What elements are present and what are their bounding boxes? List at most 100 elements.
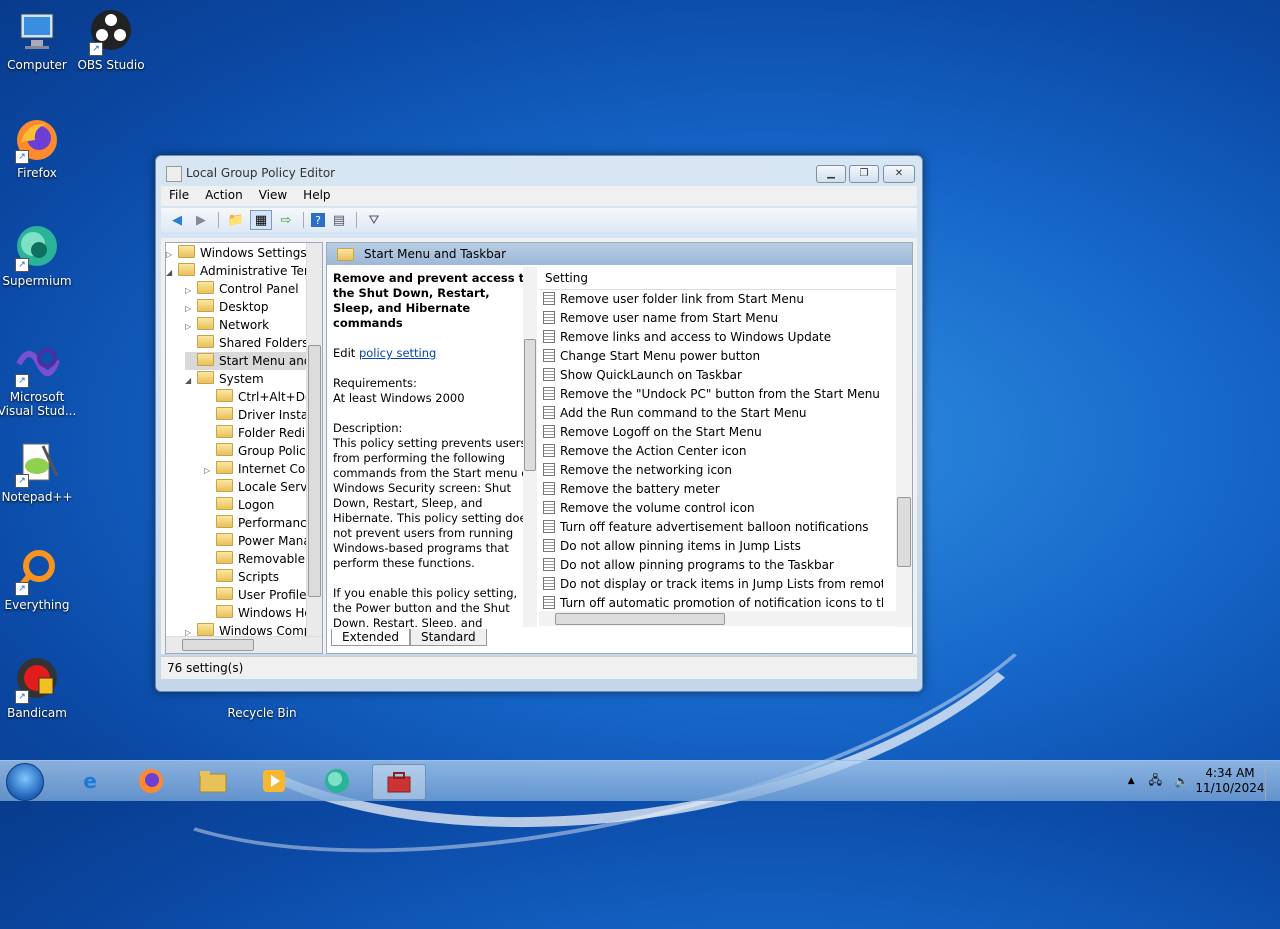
group-policy-editor-window[interactable]: Local Group Policy Editor ▁ ❐ ✕ File Act… [155, 155, 923, 692]
list-item[interactable]: Remove the volume control icon [539, 499, 883, 518]
expand-arrow-icon[interactable]: ▷ [204, 462, 216, 480]
tree-item[interactable]: Scripts [204, 568, 307, 586]
shortcut-arrow-icon: ↗ [15, 258, 29, 272]
group-policy-taskbar-icon[interactable] [372, 764, 426, 800]
tree-item[interactable]: Shared Folders [185, 334, 308, 352]
expand-arrow-icon[interactable]: ◢ [166, 264, 178, 282]
list-item[interactable]: Do not allow pinning programs to the Tas… [539, 556, 883, 575]
firefox-taskbar-icon[interactable] [125, 764, 177, 798]
navigation-tree[interactable]: ▷ Windows Comp Windows Ho User Profiles Scri… [165, 242, 323, 654]
scrollbar-thumb[interactable] [524, 339, 536, 471]
close-button[interactable]: ✕ [883, 165, 915, 183]
scrollbar-thumb[interactable] [308, 345, 321, 597]
settings-horizontal-scrollbar[interactable] [539, 611, 896, 626]
properties-icon[interactable]: ▤ [329, 211, 349, 229]
tab-extended[interactable]: Extended [331, 629, 410, 646]
desktop-icon-recycle-bin[interactable]: Recycle Bin [222, 692, 302, 732]
tree-item[interactable]: Ctrl+Alt+De [204, 388, 312, 406]
description-scrollbar[interactable] [523, 267, 537, 627]
tree-item[interactable]: ▷ Desktop [185, 298, 307, 316]
desktop-icon-obs[interactable]: ↗ OBS Studio [71, 8, 151, 72]
start-button[interactable] [6, 763, 44, 801]
tree-item[interactable]: Driver Install [204, 406, 315, 424]
network-icon[interactable]: 🖧 [1143, 771, 1168, 792]
maximize-button[interactable]: ❐ [849, 165, 879, 183]
tree-item[interactable]: Removable S [204, 550, 316, 568]
list-item[interactable]: Remove user name from Start Menu [539, 309, 883, 328]
volume-muted-icon[interactable]: 🔈 [1168, 774, 1195, 788]
setting-label: Do not display or track items in Jump Li… [560, 577, 883, 591]
export-list-icon[interactable]: ⇨ [276, 211, 296, 229]
up-folder-icon[interactable]: 📁 [226, 211, 246, 229]
list-item[interactable]: Do not display or track items in Jump Li… [539, 575, 883, 594]
show-desktop-button[interactable] [1265, 761, 1280, 801]
tree-horizontal-scrollbar[interactable] [166, 636, 322, 653]
list-item[interactable]: Change Start Menu power button [539, 347, 883, 366]
tree-item[interactable]: Windows Ho [204, 604, 312, 622]
expand-arrow-icon[interactable]: ▷ [166, 246, 178, 264]
tree-item[interactable]: Group Policy [204, 442, 313, 460]
expand-arrow-icon[interactable]: ◢ [185, 372, 197, 390]
menu-action[interactable]: Action [197, 186, 251, 206]
list-item[interactable]: Add the Run command to the Start Menu [539, 404, 883, 423]
desktop-icon-supermium[interactable]: ↗ Supermium [0, 224, 77, 288]
tree-item[interactable]: Power Mana [204, 532, 311, 550]
list-item[interactable]: Remove Logoff on the Start Menu [539, 423, 883, 442]
internet-explorer-icon[interactable]: e [64, 764, 116, 798]
title-bar[interactable]: Local Group Policy Editor ▁ ❐ ✕ [156, 156, 922, 188]
desktop-icon-everything[interactable]: ↗ Everything [0, 548, 77, 612]
tree-item[interactable]: User Profiles [204, 586, 313, 604]
clock[interactable]: 4:34 AM 11/10/2024 [1195, 766, 1265, 796]
list-item[interactable]: Remove the networking icon [539, 461, 883, 480]
desktop-icon-visual-studio[interactable]: ↗ Microsoft Visual Stud... [0, 340, 77, 418]
settings-vertical-scrollbar[interactable] [896, 267, 912, 627]
tree-item[interactable]: Folder Redire [204, 424, 317, 442]
back-arrow-icon[interactable]: ◀ [167, 211, 187, 229]
scrollbar-thumb[interactable] [182, 639, 254, 651]
list-item[interactable]: Show QuickLaunch on Taskbar [539, 366, 883, 385]
list-item[interactable]: Remove links and access to Windows Updat… [539, 328, 883, 347]
desktop-icon-bandicam[interactable]: ↗ Bandicam [0, 656, 77, 720]
expand-arrow-icon[interactable]: ▷ [185, 318, 197, 336]
list-item[interactable]: Turn off feature advertisement balloon n… [539, 518, 883, 537]
menu-file[interactable]: File [161, 186, 197, 206]
file-explorer-icon[interactable] [187, 764, 239, 798]
desktop-icon-firefox[interactable]: ↗ Firefox [0, 116, 77, 180]
list-item[interactable]: Remove the battery meter [539, 480, 883, 499]
desktop-icon-notepad-plus-plus[interactable]: ↗ Notepad++ [0, 440, 77, 504]
tree-item[interactable]: ▷ Control Panel [185, 280, 307, 298]
minimize-button[interactable]: ▁ [816, 165, 846, 183]
show-hidden-icons-icon[interactable]: ▲ [1120, 776, 1143, 786]
tree-item[interactable]: ▷ Windows Settings [166, 244, 307, 262]
tree-item[interactable]: ◢ System [185, 370, 307, 388]
list-item[interactable]: Remove the Action Center icon [539, 442, 883, 461]
list-item[interactable]: Remove user folder link from Start Menu [539, 290, 883, 309]
media-player-icon[interactable] [248, 764, 300, 798]
tree-item[interactable]: ◢ Administrative Tem [166, 262, 316, 282]
tab-standard[interactable]: Standard [410, 629, 487, 646]
supermium-taskbar-icon[interactable] [311, 764, 363, 798]
desktop-icon-computer[interactable]: Computer [0, 8, 77, 72]
expand-arrow-icon[interactable]: ▷ [185, 282, 197, 300]
tree-item[interactable]: Performance [204, 514, 314, 532]
tree-vertical-scrollbar[interactable] [306, 243, 322, 637]
expand-arrow-icon[interactable]: ▷ [185, 300, 197, 318]
forward-arrow-icon[interactable]: ▶ [191, 211, 211, 229]
list-item[interactable]: Do not allow pinning items in Jump Lists [539, 537, 883, 556]
show-hide-tree-icon[interactable]: ▦ [250, 210, 272, 230]
filter-icon[interactable]: ⛛ [364, 211, 384, 229]
column-header-setting[interactable]: Setting [539, 267, 912, 290]
tree-item[interactable]: Start Menu and [185, 352, 311, 370]
tree-item[interactable]: Logon [204, 496, 307, 514]
menu-view[interactable]: View [251, 186, 295, 206]
scrollbar-thumb[interactable] [555, 613, 725, 625]
tree-item[interactable]: ▷ Network [185, 316, 307, 334]
help-icon[interactable]: ? [311, 213, 325, 227]
list-item[interactable]: Remove the "Undock PC" button from the S… [539, 385, 883, 404]
policy-setting-link[interactable]: policy setting [359, 346, 436, 360]
menu-help[interactable]: Help [295, 186, 338, 206]
computer-icon [13, 8, 61, 56]
tree-item[interactable]: Locale Servic [204, 478, 317, 496]
tree-item[interactable]: ▷ Internet Con [204, 460, 313, 480]
scrollbar-thumb[interactable] [897, 497, 911, 567]
